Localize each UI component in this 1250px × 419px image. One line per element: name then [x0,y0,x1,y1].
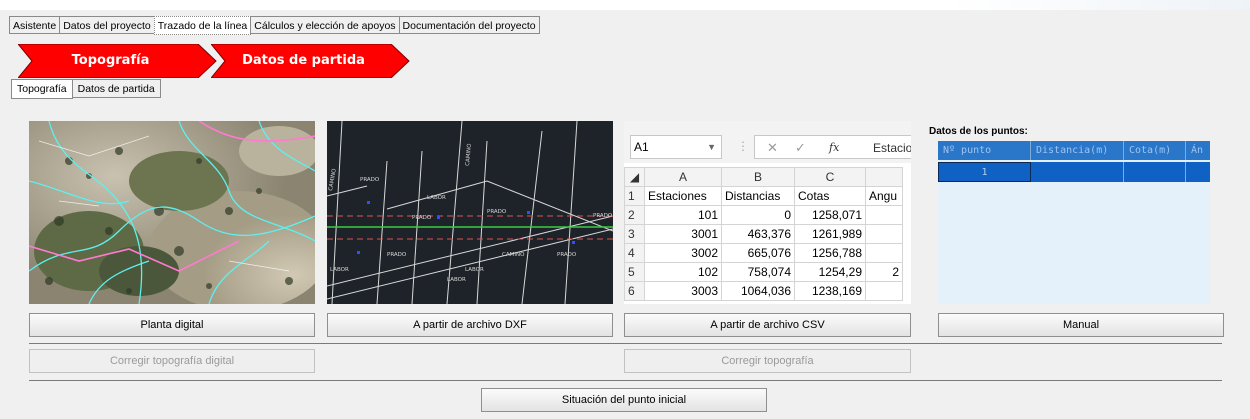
divider [29,380,1222,381]
subtab-datos-partida[interactable]: Datos de partida [71,79,161,98]
formula-input: ✕ ✓ fx Estacio [754,135,911,159]
cad-label: PRADO [360,177,380,183]
table-row: 3 3001 463,376 1261,989 [624,224,903,244]
tab-asistente[interactable]: Asistente [9,16,61,34]
column-header [865,167,903,187]
cad-label: LABOR [330,267,349,273]
sub-tab-bar: Topografía Datos de partida [11,79,161,99]
tab-calculos-apoyos[interactable]: Cálculos y elección de apoyos [250,16,400,34]
tab-trazado-linea[interactable]: Trazado de la línea [153,16,252,35]
table-row: 2 101 0 1258,071 [624,205,903,225]
points-title: Datos de los puntos: [929,126,1028,137]
column-header: B [721,167,795,187]
cad-label: PRADO [412,215,432,221]
cad-label: LABOR [465,267,484,273]
step-topografia[interactable]: Topografía [18,44,218,78]
tab-datos-proyecto[interactable]: Datos del proyecto [59,16,155,34]
table-row[interactable]: 1 [938,162,1210,182]
column-header: A [644,167,722,187]
step-datos-partida-label: Datos de partida [242,53,365,68]
corner-cell: ◢ [624,167,645,187]
planta-digital-button[interactable]: Planta digital [29,313,315,337]
divider [29,343,1222,344]
column-header[interactable]: Nº punto [938,141,1031,160]
cad-label: PRADO [593,213,613,219]
cell-distance[interactable] [1031,162,1124,182]
column-header[interactable]: Distancia(m) [1031,141,1124,160]
spreadsheet-grid: ◢ A B C 1 Estaciones Distancias Cotas Angu 2… [624,167,903,301]
points-grid-header: Nº punto Distancia(m) Cota(m) Án [938,141,1210,160]
column-header: C [794,167,866,187]
points-grid[interactable]: Nº punto Distancia(m) Cota(m) Án 1 [938,141,1210,304]
cell-elevation[interactable] [1124,162,1186,182]
cad-label: LABOR [447,277,466,283]
step-topografia-label: Topografía [71,53,150,68]
corregir-topografia-digital-button[interactable]: Corregir topografía digital [29,349,315,373]
cell-angle[interactable] [1186,162,1210,182]
tab-documentacion[interactable]: Documentación del proyecto [398,16,540,34]
check-icon: ✓ [795,140,806,155]
more-icon: ⋮ [737,139,749,153]
cad-label: PRADO [387,252,407,258]
cad-label: PRADO [557,252,577,258]
window-top-strip [0,0,1250,10]
cad-label: LABOR [427,195,446,201]
formula-value: Estacio [873,141,911,155]
fx-icon: fx [829,141,840,154]
column-header[interactable]: Án [1186,141,1210,160]
spreadsheet-preview-image: A1 ▼ ⋮ ✕ ✓ fx Estacio ◢ A B C 1 Estaciones… [624,121,911,304]
situacion-punto-inicial-button[interactable]: Situación del punto inicial [481,388,767,412]
formula-bar: A1 ▼ ⋮ ✕ ✓ fx Estacio [624,121,911,163]
cad-drawing-image: PRADO PRADO PRADO PRADO PRADO PRADO LABO… [327,121,613,304]
table-row: 5 102 758,074 1254,29 2 [624,262,903,282]
dropdown-icon: ▼ [707,142,716,152]
column-header[interactable]: Cota(m) [1124,141,1186,160]
manual-button[interactable]: Manual [938,313,1224,337]
corregir-topografia-button[interactable]: Corregir topografía [624,349,911,373]
table-row: 4 3002 665,076 1256,788 [624,243,903,263]
cad-label: CAMINO [502,252,525,258]
cell-point-number[interactable]: 1 [938,162,1031,182]
table-row: 1 Estaciones Distancias Cotas Angu [624,186,903,206]
cad-label: PRADO [487,209,507,215]
step-datos-partida[interactable]: Datos de partida [211,44,411,78]
aerial-photo-image [29,121,315,304]
cancel-icon: ✕ [767,140,778,155]
name-box: A1 ▼ [630,135,722,159]
table-row: 6 3003 1064,036 1238,169 [624,281,903,301]
subtab-topografia[interactable]: Topografía [11,79,73,99]
csv-import-button[interactable]: A partir de archivo CSV [624,313,911,337]
main-tab-bar: Asistente Datos del proyecto Trazado de … [9,16,540,36]
dxf-import-button[interactable]: A partir de archivo DXF [327,313,613,337]
